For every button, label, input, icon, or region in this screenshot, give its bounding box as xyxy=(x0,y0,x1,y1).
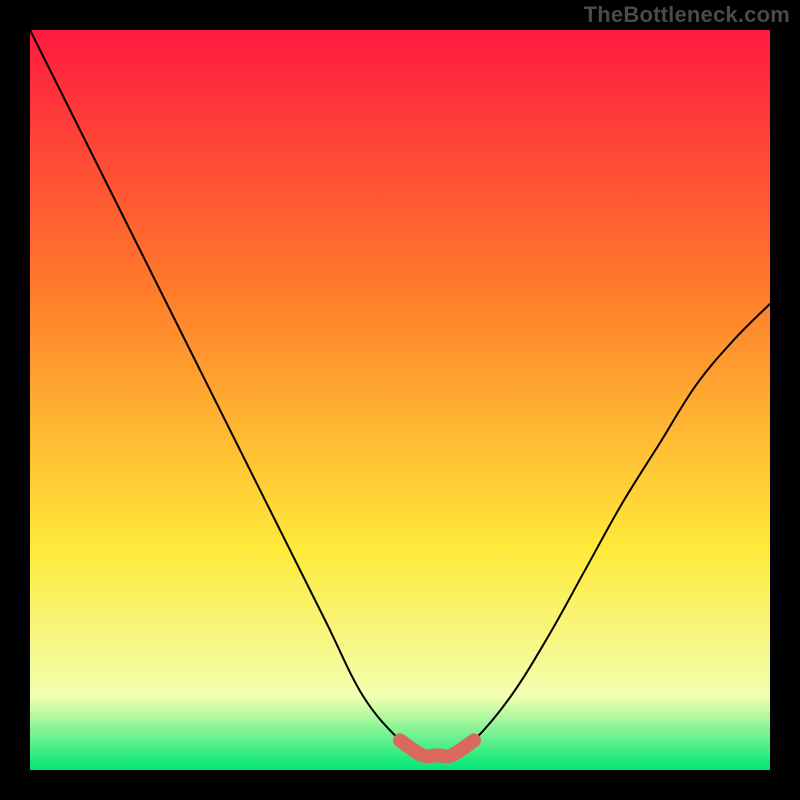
gradient-bg xyxy=(30,30,770,770)
plot-area xyxy=(30,30,770,770)
chart-svg xyxy=(30,30,770,770)
watermark-label: TheBottleneck.com xyxy=(584,2,790,28)
chart-frame: TheBottleneck.com xyxy=(0,0,800,800)
